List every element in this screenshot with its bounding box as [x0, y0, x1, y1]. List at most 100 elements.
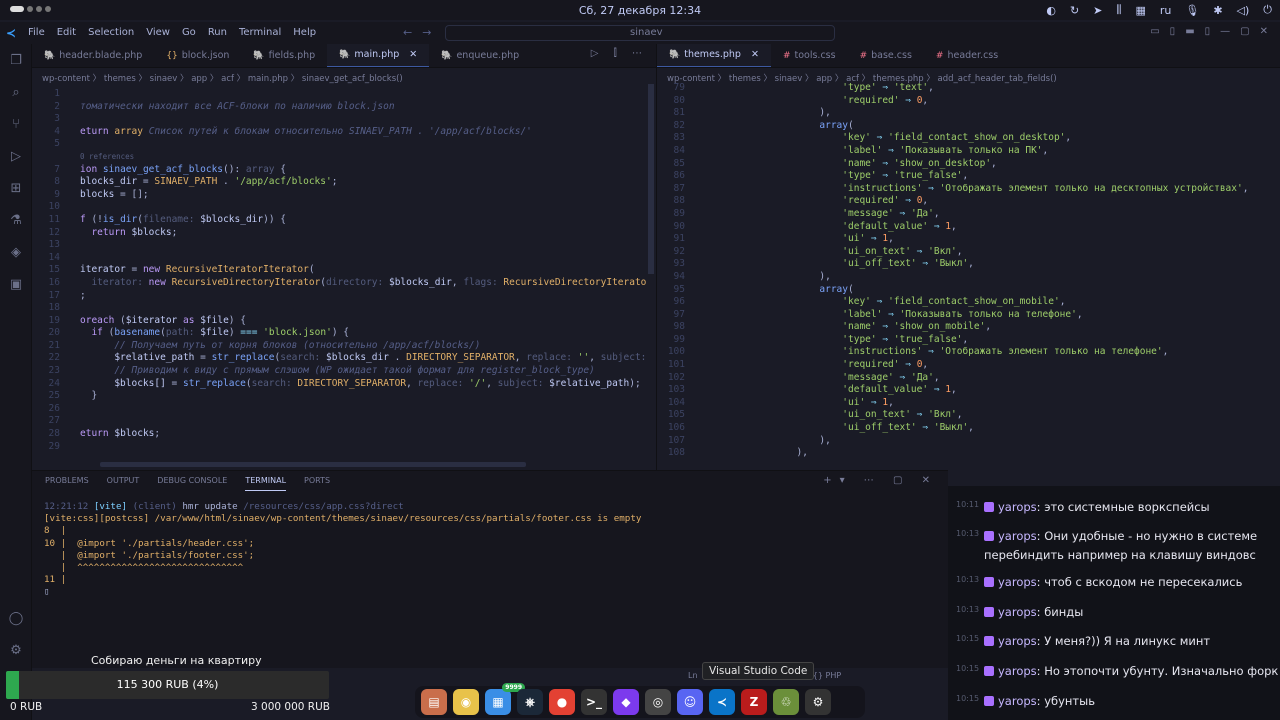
settings-gear-icon[interactable]: ⚙: [7, 642, 25, 660]
code-line[interactable]: 24 $blocks[] = str_replace(search: DIREC…: [32, 378, 656, 391]
chat-username[interactable]: yarops: [998, 694, 1037, 708]
code-line[interactable]: 92 'ui_on_text' ⇒ 'Вкл',: [657, 246, 1280, 259]
testing-icon[interactable]: ⚗: [7, 212, 25, 230]
tab-header-blade-php[interactable]: 🐘 header.blade.php: [32, 44, 154, 67]
code-line[interactable]: 19 oreach ($iterator as $file) {: [32, 315, 656, 328]
vertical-scrollbar[interactable]: [648, 84, 654, 274]
microphone-icon[interactable]: 🎙: [1185, 4, 1199, 17]
code-line[interactable]: 5: [32, 138, 656, 151]
vscode-app-icon[interactable]: ≺: [709, 689, 735, 715]
ubuntu-app-icon[interactable]: ◎: [645, 689, 671, 715]
code-line[interactable]: 101 'required' ⇒ 0,: [657, 359, 1280, 372]
code-line[interactable]: 107 ),: [657, 435, 1280, 448]
horizontal-scrollbar[interactable]: [100, 462, 526, 467]
code-line[interactable]: 29: [32, 441, 656, 454]
menu-item-go[interactable]: Go: [182, 27, 196, 38]
code-line[interactable]: 20 if (basename(path: $file) === 'block.…: [32, 327, 656, 340]
tab-themes-php[interactable]: 🐘 themes.php ✕: [657, 44, 771, 67]
panel-actions[interactable]: +▾ ⋯ ▢ ✕: [823, 475, 938, 486]
code-line[interactable]: 28 eturn $blocks;: [32, 428, 656, 441]
code-line[interactable]: 4 eturn array Список путей к блокам относ…: [32, 126, 656, 139]
status-item[interactable]: {} PHP: [813, 668, 841, 684]
tab-close-icon[interactable]: ✕: [751, 43, 759, 67]
status-item[interactable]: Ln: [688, 668, 698, 684]
tab-tools-css[interactable]: # tools.css: [771, 44, 848, 67]
bluetooth-icon[interactable]: ✱: [1213, 4, 1222, 17]
extensions-icon[interactable]: ⊞: [7, 180, 25, 198]
chat-username[interactable]: yarops: [998, 500, 1037, 514]
chat-username[interactable]: yarops: [998, 605, 1037, 619]
tab-base-css[interactable]: # base.css: [848, 44, 924, 67]
code-line[interactable]: 8 blocks_dir = SINAEV_PATH . '/app/acf/bl…: [32, 176, 656, 189]
nav-arrows[interactable]: ←→: [403, 26, 441, 39]
panel-tab-debug-console[interactable]: DEBUG CONSOLE: [157, 471, 227, 491]
left-code-area[interactable]: 1 2 томатически находит все ACF-блоки по н…: [32, 88, 656, 468]
menu-item-help[interactable]: Help: [293, 27, 316, 38]
code-line[interactable]: 10: [32, 201, 656, 214]
code-line[interactable]: 12 return $blocks;: [32, 227, 656, 240]
code-line[interactable]: 13: [32, 239, 656, 252]
files-app-icon[interactable]: ▤: [421, 689, 447, 715]
equalizer-icon[interactable]: ⫼: [1116, 3, 1121, 17]
code-line[interactable]: 98 'name' ⇒ 'show_on_mobile',: [657, 321, 1280, 334]
tab-close-icon[interactable]: ✕: [409, 43, 417, 67]
menu-item-edit[interactable]: Edit: [57, 27, 76, 38]
code-line[interactable]: 7 ion sinaev_get_acf_blocks(): array {: [32, 164, 656, 177]
steam-app-icon[interactable]: ⎈: [517, 689, 543, 715]
sidebar-toggle-icon[interactable]: ▯: [1170, 26, 1176, 37]
code-line[interactable]: 84 'label' ⇒ 'Показывать только на ПК',: [657, 145, 1280, 158]
code-line[interactable]: 23 // Приводим к виду с прямым слэшом (W…: [32, 365, 656, 378]
obs-app-icon[interactable]: ◉: [453, 689, 479, 715]
chat-username[interactable]: yarops: [998, 664, 1037, 678]
code-line[interactable]: 3: [32, 113, 656, 126]
panel-tab-problems[interactable]: PROBLEMS: [45, 471, 89, 491]
volume-icon[interactable]: ◁): [1237, 4, 1250, 17]
code-line[interactable]: 14: [32, 252, 656, 265]
code-line[interactable]: 96 'key' ⇒ 'field_contact_show_on_mobile…: [657, 296, 1280, 309]
power-icon[interactable]: ⏻: [1263, 3, 1272, 17]
code-line[interactable]: 88 'required' ⇒ 0,: [657, 195, 1280, 208]
secondary-sidebar-icon[interactable]: ▯: [1205, 26, 1211, 37]
code-line[interactable]: 106 'ui_off_text' ⇒ 'Выкл',: [657, 422, 1280, 435]
code-line[interactable]: 86 'type' ⇒ 'true_false',: [657, 170, 1280, 183]
code-line[interactable]: 17;: [32, 290, 656, 303]
code-line[interactable]: 15 iterator = new RecursiveIteratorIterat…: [32, 264, 656, 277]
terminal-app-icon[interactable]: >_: [581, 689, 607, 715]
menu-item-file[interactable]: File: [28, 27, 45, 38]
code-line[interactable]: 102 'message' ⇒ 'Да',: [657, 372, 1280, 385]
tab-enqueue-php[interactable]: 🐘 enqueue.php: [429, 44, 531, 67]
minimize-icon[interactable]: —: [1220, 26, 1230, 37]
code-line[interactable]: 27: [32, 415, 656, 428]
keyboard-language[interactable]: ru: [1160, 4, 1172, 17]
code-line[interactable]: 80 'required' ⇒ 0,: [657, 95, 1280, 108]
code-line[interactable]: 105 'ui_on_text' ⇒ 'Вкл',: [657, 409, 1280, 422]
code-line[interactable]: 11 f (!is_dir(filename: $blocks_dir)) {: [32, 214, 656, 227]
maximize-icon[interactable]: ▢: [1240, 26, 1249, 37]
code-line[interactable]: 83 'key' ⇒ 'field_contact_show_on_deskto…: [657, 132, 1280, 145]
code-line[interactable]: 16 iterator: new RecursiveDirectoryItera…: [32, 277, 656, 290]
account-icon[interactable]: ◯: [7, 610, 25, 628]
menu-item-run[interactable]: Run: [208, 27, 227, 38]
code-line[interactable]: 21 // Получаем путь от корня блоков (отн…: [32, 340, 656, 353]
run-debug-icon[interactable]: ▷: [7, 148, 25, 166]
chat-username[interactable]: yarops: [998, 634, 1037, 648]
tab-fields-php[interactable]: 🐘 fields.php: [241, 44, 327, 67]
chrome-app-icon[interactable]: ●: [549, 689, 575, 715]
code-line[interactable]: 89 'message' ⇒ 'Да',: [657, 208, 1280, 221]
menu-item-selection[interactable]: Selection: [88, 27, 134, 38]
settings-app-icon[interactable]: ⚙: [805, 689, 831, 715]
chat-username[interactable]: yarops: [998, 529, 1037, 543]
code-line[interactable]: 100 'instructions' ⇒ 'Отображать элемент…: [657, 346, 1280, 359]
menu-item-terminal[interactable]: Terminal: [239, 27, 281, 38]
remote-icon[interactable]: ◈: [7, 244, 25, 262]
tray-sync-icon[interactable]: ↻: [1070, 4, 1079, 17]
code-line[interactable]: 18: [32, 302, 656, 315]
code-line[interactable]: 26: [32, 403, 656, 416]
obsidian-app-icon[interactable]: ◆: [613, 689, 639, 715]
code-line[interactable]: 85 'name' ⇒ 'show_on_desktop',: [657, 158, 1280, 171]
code-line[interactable]: 97 'label' ⇒ 'Показывать только на телеф…: [657, 309, 1280, 322]
chat-username[interactable]: yarops: [998, 575, 1037, 589]
notes-app-icon[interactable]: ▦ 9999: [485, 683, 525, 715]
right-code-area[interactable]: 79 'type' ⇒ 'text', 80 'required' ⇒ 0, 81 …: [657, 82, 1280, 472]
breadcrumb[interactable]: wp-content 〉 themes 〉 sinaev 〉 app 〉 acf…: [32, 72, 656, 86]
